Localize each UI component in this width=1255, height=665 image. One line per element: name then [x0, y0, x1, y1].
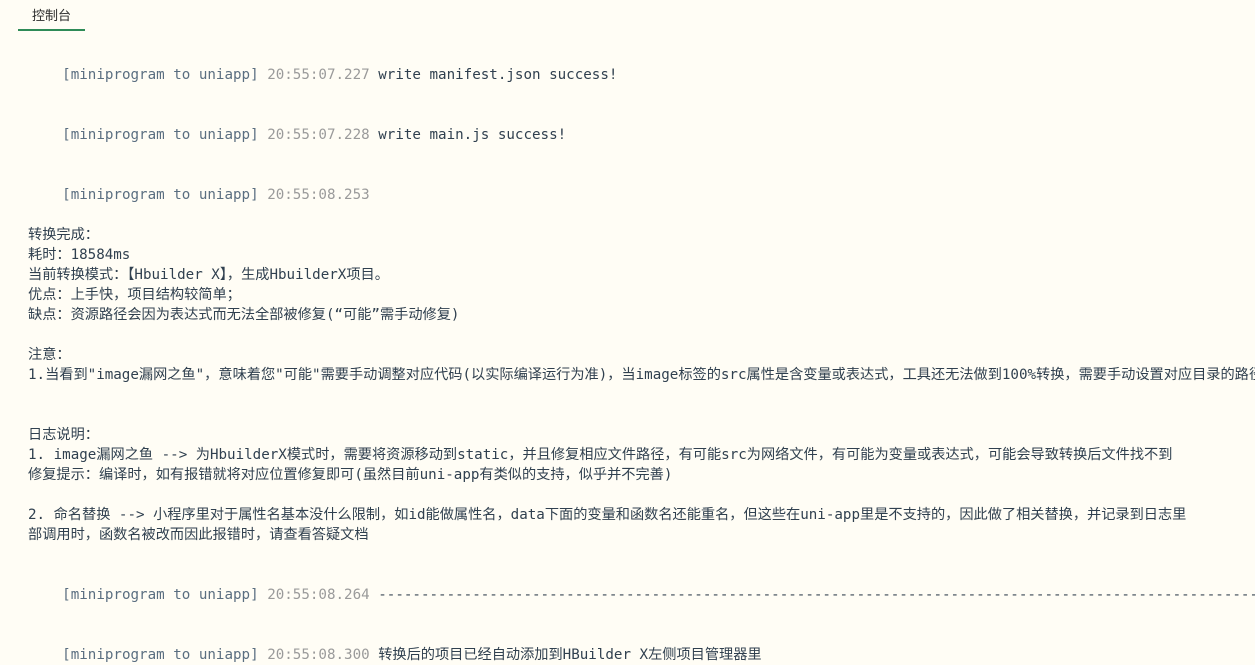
log-line: [miniprogram to uniapp] 20:55:07.227 wri… — [28, 45, 1255, 105]
log-line-desc-hint: 修复提示：编译时，如有报错就将对应位置修复即可(虽然目前uni-app有类似的支… — [28, 467, 673, 483]
log-timestamp: 20:55:08.264 — [267, 587, 370, 603]
log-line-notice-heading: 注意： — [28, 347, 71, 363]
log-prefix: [miniprogram to uniapp] — [62, 647, 259, 663]
log-line-plain: 转换完成： — [28, 227, 99, 243]
log-timestamp: 20:55:08.300 — [267, 647, 370, 663]
log-message: write main.js success! — [378, 127, 567, 143]
log-line: [miniprogram to uniapp] 20:55:08.300 转换后… — [28, 625, 1255, 665]
log-prefix: [miniprogram to uniapp] — [62, 67, 259, 83]
log-line-desc-item: 2. 命名替换 --> 小程序里对于属性名基本没什么限制，如id能做属性名，da… — [28, 507, 1187, 523]
log-timestamp: 20:55:07.228 — [267, 127, 370, 143]
separator-dashes: ----------------------------------------… — [378, 587, 1255, 603]
log-message: 转换后的项目已经自动添加到HBuilder X左侧项目管理器里 — [378, 647, 762, 663]
log-line-section-heading: 日志说明： — [28, 427, 99, 443]
log-prefix: [miniprogram to uniapp] — [62, 127, 259, 143]
console-output-panel[interactable]: [miniprogram to uniapp] 20:55:07.227 wri… — [0, 31, 1255, 665]
log-line-plain: 缺点：资源路径会因为表达式而无法全部被修复(“可能”需手动修复) — [28, 307, 460, 323]
log-line-desc-cont: 部调用时，函数名被改而因此报错时，请查看答疑文档 — [28, 527, 369, 543]
log-prefix: [miniprogram to uniapp] — [62, 587, 259, 603]
log-line-desc-item: 1. image漏网之鱼 --> 为HbuilderX模式时，需要将资源移动到s… — [28, 447, 1173, 463]
log-line: [miniprogram to uniapp] 20:55:07.228 wri… — [28, 105, 1255, 165]
log-line-plain: 优点：上手快，项目结构较简单； — [28, 287, 241, 303]
log-timestamp: 20:55:08.253 — [267, 187, 370, 203]
tab-bar: 控制台 — [0, 0, 1255, 31]
log-line-plain: 当前转换模式：【Hbuilder X】，生成HbuilderX项目。 — [28, 267, 389, 283]
log-line-plain: 耗时：18584ms — [28, 247, 131, 263]
tab-console[interactable]: 控制台 — [18, 10, 86, 31]
log-line-separator: [miniprogram to uniapp] 20:55:08.264 ---… — [28, 565, 1255, 625]
log-timestamp: 20:55:07.227 — [267, 67, 370, 83]
log-line: [miniprogram to uniapp] 20:55:08.253 — [28, 165, 1255, 225]
log-line-notice-item: 1.当看到"image漏网之鱼"，意味着您"可能"需要手动调整对应代码(以实际编… — [28, 367, 1255, 383]
log-prefix: [miniprogram to uniapp] — [62, 187, 259, 203]
log-message: write manifest.json success! — [378, 67, 618, 83]
